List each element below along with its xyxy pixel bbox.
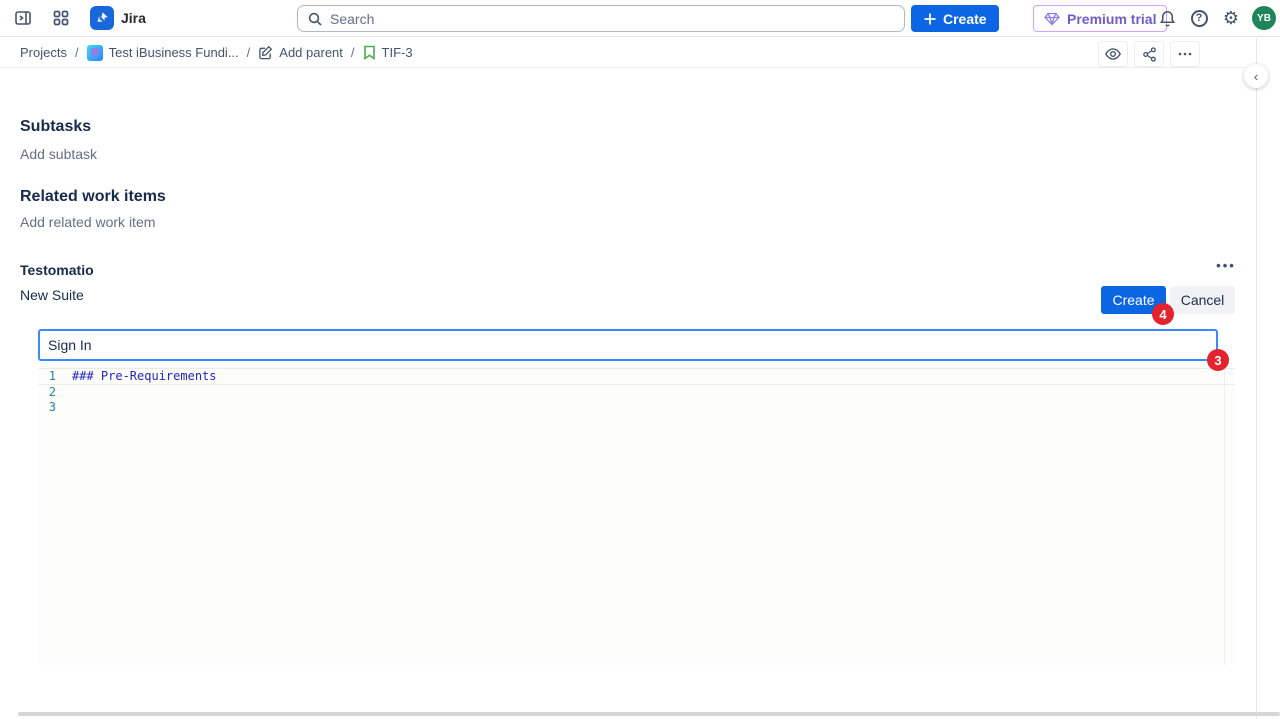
premium-trial-label: Premium trial	[1067, 11, 1156, 27]
subtasks-heading: Subtasks	[20, 118, 91, 136]
create-button[interactable]: Create	[911, 5, 999, 32]
editor-line[interactable]: 1 ### Pre-Requirements	[38, 368, 1235, 385]
app-switcher-icon[interactable]	[46, 3, 76, 33]
jira-page: Jira Create P	[0, 0, 1280, 719]
settings-gear-icon[interactable]: ⚙	[1216, 3, 1246, 33]
help-icon[interactable]: ?	[1184, 3, 1214, 33]
share-icon[interactable]	[1134, 41, 1164, 67]
project-avatar-icon	[87, 45, 103, 61]
notifications-bell-icon[interactable]	[1152, 3, 1182, 33]
search-input[interactable]	[330, 11, 870, 27]
breadcrumb-issue-key: TIF-3	[382, 45, 413, 60]
breadcrumb-add-parent-label: Add parent	[279, 45, 343, 60]
edit-pencil-icon	[258, 45, 273, 60]
suite-description-editor[interactable]: 1 ### Pre-Requirements 2 3	[38, 368, 1235, 665]
breadcrumb-separator: /	[75, 45, 79, 60]
user-avatar[interactable]: YB	[1252, 6, 1276, 30]
top-navigation-bar: Jira Create P	[0, 0, 1280, 37]
jira-logo-icon[interactable]	[90, 6, 114, 30]
annotation-badge-4: 4	[1152, 303, 1174, 325]
editor-line[interactable]: 3	[38, 400, 1235, 415]
issue-actions	[1098, 41, 1200, 67]
breadcrumb-projects[interactable]: Projects	[20, 45, 67, 60]
suite-cancel-button[interactable]: Cancel	[1170, 286, 1235, 314]
annotation-badge-3: 3	[1207, 349, 1229, 371]
editor-line[interactable]: 2	[38, 385, 1235, 400]
add-subtask-button[interactable]: Add subtask	[20, 146, 97, 162]
breadcrumb-separator: /	[351, 45, 355, 60]
horizontal-scrollbar[interactable]	[18, 712, 1280, 716]
line-code: ### Pre-Requirements	[72, 369, 217, 384]
app-title: Jira	[121, 10, 146, 26]
editor-scrollbar-track[interactable]	[1224, 368, 1225, 665]
search-icon	[307, 11, 323, 27]
bookmark-icon	[363, 45, 376, 60]
topbar-right-actions: ? ⚙ YB	[1152, 3, 1276, 33]
expand-sidebar-icon[interactable]	[8, 3, 38, 33]
global-search[interactable]	[297, 5, 905, 32]
breadcrumb-separator: /	[247, 45, 251, 60]
breadcrumb-issue[interactable]: TIF-3	[363, 45, 413, 60]
premium-gem-icon	[1044, 12, 1060, 26]
breadcrumb: Projects / Test iBusiness Fundi... / Add…	[0, 38, 1244, 68]
watch-eye-icon[interactable]	[1098, 41, 1128, 67]
line-number: 1	[38, 369, 72, 384]
right-panel-divider	[1256, 38, 1257, 719]
collapse-panel-button[interactable]: ‹	[1244, 64, 1268, 88]
line-number: 3	[38, 400, 72, 415]
breadcrumb-project-label: Test iBusiness Fundi...	[109, 45, 239, 60]
suite-title-input[interactable]	[38, 329, 1218, 361]
premium-trial-button[interactable]: Premium trial	[1033, 5, 1167, 32]
breadcrumb-project[interactable]: Test iBusiness Fundi...	[87, 45, 239, 61]
line-number: 2	[38, 385, 72, 400]
related-work-items-heading: Related work items	[20, 188, 166, 206]
breadcrumb-add-parent[interactable]: Add parent	[258, 45, 343, 60]
testomatio-heading: Testomatio	[20, 262, 94, 278]
new-suite-label: New Suite	[20, 287, 84, 303]
testomatio-more-icon[interactable]: •••	[1214, 258, 1238, 278]
plus-icon	[923, 12, 937, 26]
add-related-work-item-button[interactable]: Add related work item	[20, 214, 155, 230]
more-actions-icon[interactable]	[1170, 41, 1200, 67]
create-button-label: Create	[943, 11, 987, 27]
